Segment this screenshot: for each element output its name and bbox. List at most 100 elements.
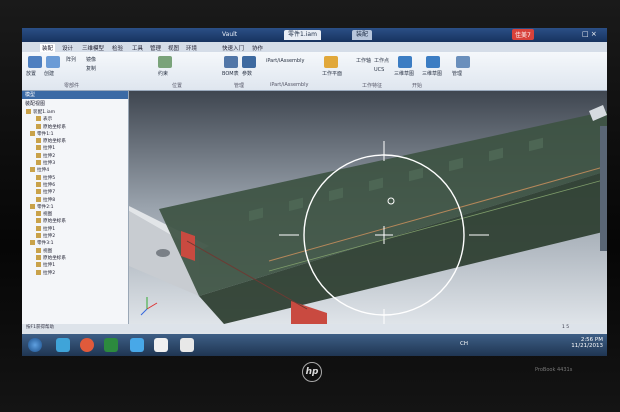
inventor-icon[interactable]: [180, 338, 194, 352]
language-indicator[interactable]: CH: [460, 341, 468, 347]
tree-item-label: 零件3:1: [37, 241, 54, 247]
media-icon[interactable]: [154, 338, 168, 352]
assembly-scene[interactable]: [129, 91, 607, 336]
place-icon[interactable]: [28, 56, 42, 68]
work-axis-label[interactable]: 工作轴: [356, 57, 371, 64]
tree-item[interactable]: 原始坐标系: [26, 218, 122, 225]
ipart-label[interactable]: iPart/iAssembly: [266, 58, 304, 64]
tree-item-label: 拉伸1: [43, 146, 56, 152]
tab-environments[interactable]: 环境: [186, 44, 197, 52]
3d-sketch-2-icon[interactable]: [426, 56, 440, 68]
title-bar: Vault 零件1.iam 装配 佳美7 □ ×: [22, 28, 607, 42]
tree-item[interactable]: 拉伸1: [26, 262, 122, 269]
tree-item[interactable]: 拉伸2: [26, 152, 122, 160]
window-controls[interactable]: □ ×: [582, 30, 597, 38]
tab-collaborate[interactable]: 协作: [252, 44, 263, 52]
browser-filter[interactable]: 装配视图: [22, 99, 128, 108]
tree-item[interactable]: 装配1.iam: [26, 109, 122, 116]
tree-item[interactable]: 拉伸8: [26, 196, 122, 204]
system-clock[interactable]: 2:56 PM 11/21/2013: [571, 337, 603, 349]
tree-item[interactable]: 零件2:1: [26, 203, 122, 211]
tree-item[interactable]: 拉伸3: [26, 160, 122, 167]
parameters-label: 参数: [242, 71, 253, 77]
3d-sketch-label: 三维草图: [394, 71, 415, 77]
tree-node-icon: [36, 138, 41, 144]
tree-item-label: 原始坐标系: [43, 124, 66, 130]
tree-node-icon: [36, 262, 41, 268]
user-badge[interactable]: 佳美7: [512, 29, 534, 40]
tree-item[interactable]: 原始坐标系: [26, 138, 122, 145]
explorer-icon[interactable]: [56, 338, 70, 352]
tree-item[interactable]: 零件3:1: [26, 240, 122, 247]
tree-item[interactable]: 拉伸4: [26, 167, 122, 174]
tree-item[interactable]: 拉伸5: [26, 174, 122, 182]
tree-item-label: 装配1.iam: [33, 110, 56, 115]
tree-node-icon: [36, 233, 41, 239]
tree-item[interactable]: 拉伸7: [26, 189, 122, 196]
model-tree: 装配1.iam 表示 原始坐标系 零件1:1 原始坐标系 拉伸1 拉伸2 拉伸3 拉伸4 拉伸5 拉…: [26, 109, 122, 277]
tree-item[interactable]: 表示: [26, 116, 122, 123]
tree-item[interactable]: 拉伸2: [26, 233, 122, 240]
chrome-icon[interactable]: [80, 338, 94, 352]
start-button-icon[interactable]: [28, 338, 42, 352]
tree-item-label: 原始坐标系: [43, 139, 66, 145]
tab-view[interactable]: 视图: [168, 44, 179, 52]
manage-icon[interactable]: [456, 56, 470, 68]
copy-label[interactable]: 复制: [86, 65, 96, 72]
screen: Vault 零件1.iam 装配 佳美7 □ × 装配 设计 三维模型 检验 工…: [22, 28, 607, 356]
work-plane-icon[interactable]: [324, 56, 338, 68]
tab-design[interactable]: 设计: [62, 44, 73, 52]
tree-item-label: 拉伸6: [43, 182, 56, 188]
tab-get-started[interactable]: 快速入门: [222, 44, 244, 52]
pattern-label[interactable]: 阵列: [66, 56, 76, 63]
ucs-label[interactable]: UCS: [374, 67, 384, 73]
tab-inspect[interactable]: 检验: [112, 44, 123, 52]
3d-sketch-icon[interactable]: [398, 56, 412, 68]
tree-item-label: 拉伸3: [43, 161, 56, 167]
tree-item[interactable]: 拉伸1: [26, 145, 122, 152]
tab-tools[interactable]: 工具: [132, 44, 143, 52]
tab-manage[interactable]: 管理: [150, 44, 161, 52]
tree-item-label: 拉伸2: [43, 270, 56, 276]
tree-item-label: 表示: [43, 117, 53, 123]
tree-item[interactable]: 原始坐标系: [26, 254, 122, 262]
status-help: 按F1获得帮助: [26, 325, 54, 330]
create-icon[interactable]: [46, 56, 60, 68]
hp-logo: hp: [302, 362, 322, 382]
tree-item[interactable]: 零件1:1: [26, 130, 122, 138]
tree-item-label: 拉伸5: [43, 175, 56, 181]
ribbon: 放置 创建 阵列 镜像 复制 约束 BOM表 参数 iPart/iAssembl…: [22, 52, 607, 91]
3d-viewport[interactable]: [129, 91, 607, 336]
parameters-icon[interactable]: [242, 56, 256, 68]
bom-icon[interactable]: [224, 56, 238, 68]
bom-label: BOM表: [222, 71, 239, 77]
navigation-bar[interactable]: [600, 126, 607, 251]
tab-assemble[interactable]: 装配: [40, 44, 56, 52]
browser-icon[interactable]: [130, 338, 144, 352]
taskbar: CH 2:56 PM 11/21/2013: [22, 334, 607, 356]
document-tab[interactable]: 零件1.iam: [284, 30, 321, 40]
app-icon[interactable]: [104, 338, 118, 352]
tree-item-label: 视图: [43, 212, 53, 218]
document-tab-2[interactable]: 装配: [352, 30, 373, 40]
group-manage: 管理: [234, 83, 245, 89]
work-plane-label: 工作平面: [322, 71, 343, 77]
tree-item-label: 零件2:1: [37, 204, 54, 210]
tree-item[interactable]: 视图: [26, 247, 122, 255]
work-point-label[interactable]: 工作点: [374, 57, 389, 64]
tree-item[interactable]: 视图: [26, 211, 122, 218]
manage-label: 管理: [452, 71, 463, 77]
group-component: 零部件: [64, 83, 80, 89]
tree-node-icon: [36, 145, 41, 151]
tree-item[interactable]: 原始坐标系: [26, 123, 122, 131]
tree-item[interactable]: 拉伸1: [26, 225, 122, 233]
vault-tab[interactable]: Vault: [222, 31, 237, 38]
constrain-icon[interactable]: [158, 56, 172, 68]
tree-node-icon: [36, 174, 41, 180]
status-bar: 按F1获得帮助 1 5: [22, 324, 607, 332]
tree-item[interactable]: 拉伸6: [26, 181, 122, 189]
tab-3d-model[interactable]: 三维模型: [82, 44, 104, 52]
model-browser: 模型 装配视图 装配1.iam 表示 原始坐标系 零件1:1 原始坐标系 拉伸1 拉伸2 拉伸…: [22, 91, 129, 324]
mirror-label[interactable]: 镜像: [86, 56, 96, 63]
tree-item[interactable]: 拉伸2: [26, 269, 122, 277]
